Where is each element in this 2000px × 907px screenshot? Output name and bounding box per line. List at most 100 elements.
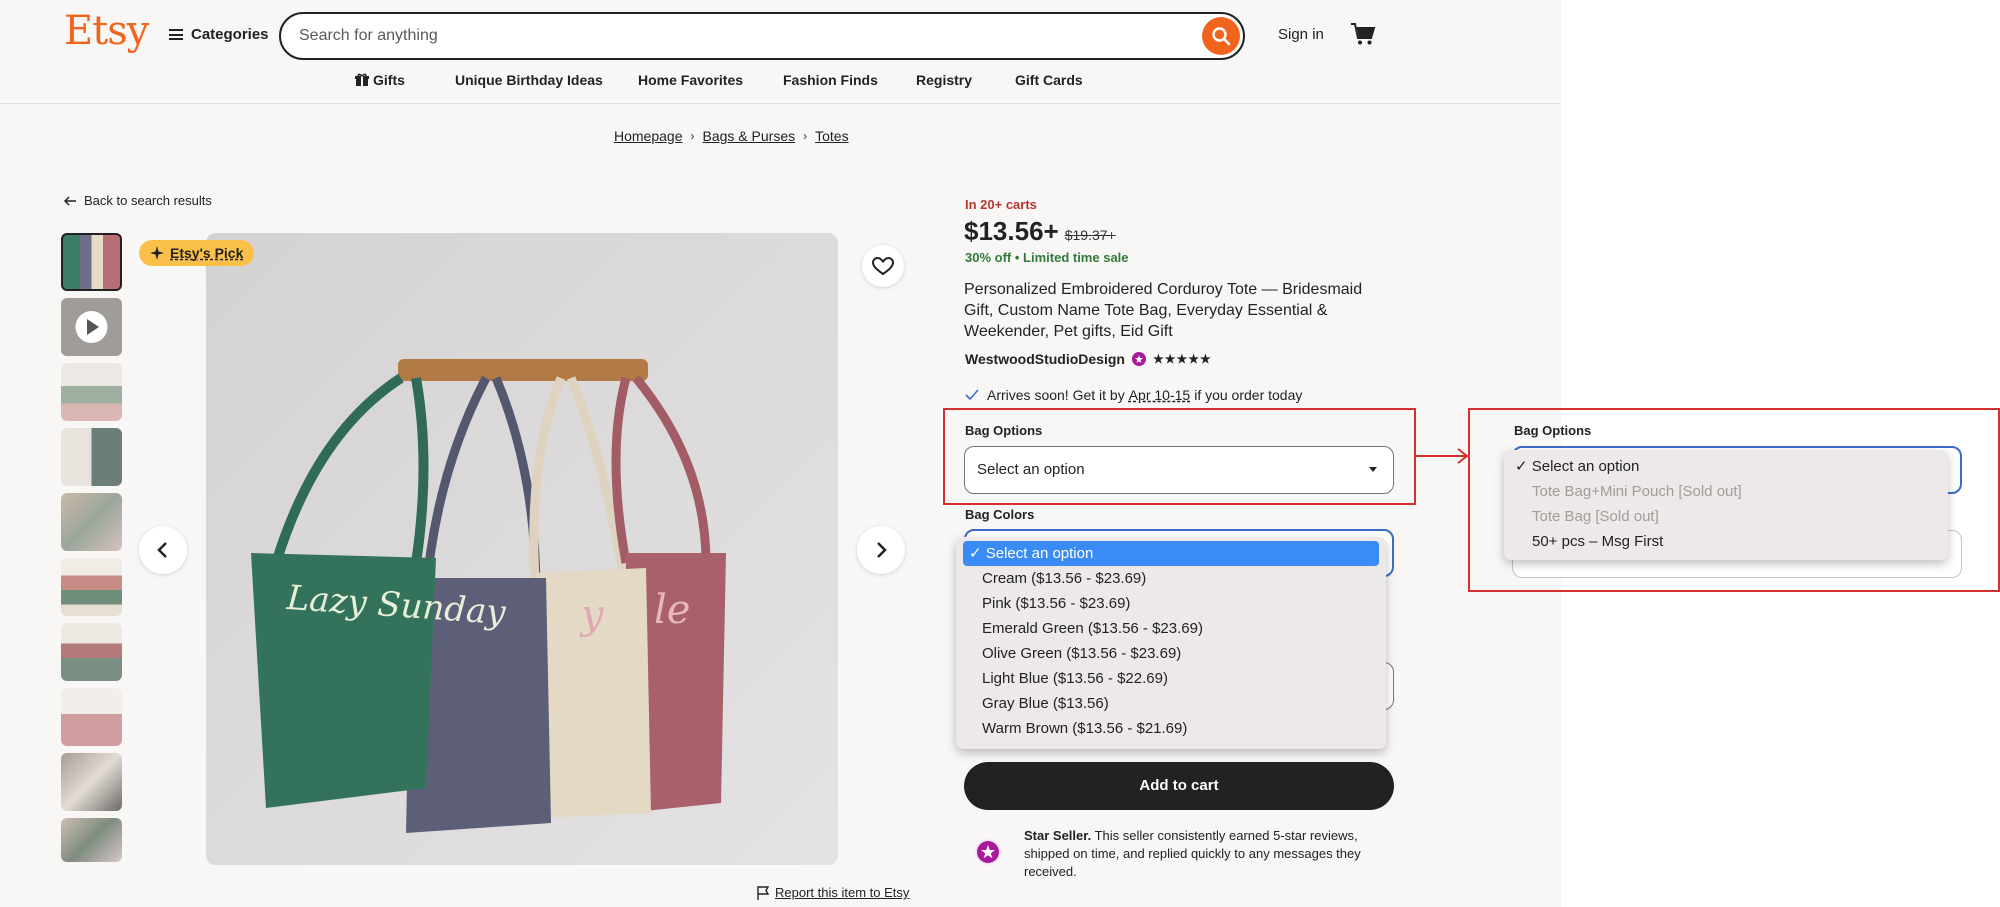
search-input[interactable]: Search for anything	[299, 27, 438, 45]
header: Etsy Categories Search for anything Sign…	[0, 0, 1561, 104]
bag-colors-label: Bag Colors	[965, 507, 1035, 522]
tote-bags-photo: Lazy Sunday le y	[206, 233, 838, 865]
original-price: $19.37+	[1064, 227, 1116, 243]
price: $13.56+ $19.37+	[964, 216, 1116, 247]
nav-item-unique-birthday-ideas[interactable]: Unique Birthday Ideas	[455, 72, 603, 88]
chevron-right-icon	[877, 542, 887, 558]
chevron-left-icon	[157, 542, 167, 558]
zoom-option-select[interactable]: ✓ Select an option	[1515, 454, 1639, 479]
etsys-pick-badge: Etsy's Pick	[139, 240, 255, 266]
search-bar[interactable]: Search for anything	[279, 12, 1245, 60]
play-icon	[75, 311, 108, 343]
next-image-button[interactable]	[857, 526, 905, 574]
thumbnail-7[interactable]	[61, 623, 122, 681]
categories-label: Categories	[191, 26, 269, 43]
thumbnail-4[interactable]	[61, 428, 122, 486]
zoomed-bag-options-panel: Bag Options ✓ Select an option Tote Bag+…	[1468, 408, 2000, 592]
etsy-logo[interactable]: Etsy	[64, 8, 149, 54]
categories-button[interactable]: Categories	[169, 26, 269, 43]
chevron-right-icon: ›	[690, 129, 695, 143]
bag-colors-option-cream[interactable]: Cream ($13.56 - $23.69)	[982, 566, 1146, 591]
sale-note: Limited time sale	[1023, 250, 1129, 265]
add-to-cart-button[interactable]: Add to cart	[964, 762, 1394, 810]
etsy-product-page: Etsy Categories Search for anything Sign…	[0, 0, 1561, 907]
nav-item-gifts[interactable]: Gifts	[355, 72, 405, 88]
thumbnail-1[interactable]	[61, 233, 122, 291]
product-image: Lazy Sunday le y	[206, 233, 838, 865]
zoom-option-tote-mini-pouch: Tote Bag+Mini Pouch [Sold out]	[1532, 483, 1742, 500]
arrow-left-icon	[64, 195, 76, 206]
zoom-bag-options-dropdown: ✓ Select an option Tote Bag+Mini Pouch […	[1504, 450, 1948, 560]
annotation-arrow-icon	[1416, 448, 1469, 464]
product-title: Personalized Embroidered Corduroy Tote —…	[964, 281, 1363, 340]
report-label: Report this item to Etsy	[775, 885, 910, 900]
back-to-results-link[interactable]: Back to search results	[64, 193, 212, 208]
zoom-bag-options-label: Bag Options	[1514, 423, 1592, 438]
discount-info: 30% off • Limited time sale	[965, 250, 1129, 265]
gift-icon	[355, 73, 369, 86]
caret-down-icon	[1369, 467, 1377, 472]
shop-info: WestwoodStudioDesign ★★★★★	[965, 351, 1212, 367]
breadcrumb-homepage[interactable]: Homepage	[614, 128, 683, 144]
back-label: Back to search results	[84, 193, 212, 208]
option-label: Select an option	[985, 545, 1094, 562]
svg-text:le: le	[654, 587, 690, 633]
nav-item-home-favorites[interactable]: Home Favorites	[638, 72, 743, 88]
flag-icon	[757, 885, 769, 900]
bag-colors-option-pink[interactable]: Pink ($13.56 - $23.69)	[982, 591, 1130, 616]
bag-colors-option-warm-brown[interactable]: Warm Brown ($13.56 - $21.69)	[982, 716, 1187, 741]
breadcrumb-totes[interactable]: Totes	[815, 128, 848, 144]
nav-item-registry[interactable]: Registry	[916, 72, 972, 88]
bag-colors-option-light-blue[interactable]: Light Blue ($13.56 - $22.69)	[982, 666, 1168, 691]
bag-colors-option-olive-green[interactable]: Olive Green ($13.56 - $23.69)	[982, 641, 1181, 666]
bag-colors-option-gray-blue[interactable]: Gray Blue ($13.56)	[982, 691, 1109, 716]
thumbnail-3[interactable]	[61, 363, 122, 421]
nav-item-fashion-finds[interactable]: Fashion Finds	[783, 72, 878, 88]
breadcrumb: Homepage › Bags & Purses › Totes	[614, 128, 849, 144]
search-icon	[1212, 27, 1231, 46]
bag-options-value: Select an option	[977, 461, 1085, 478]
bag-colors-option-select[interactable]: ✓ Select an option	[963, 541, 1379, 566]
star-seller-description: Star Seller. This seller consistently ea…	[1024, 827, 1394, 881]
cart-icon	[1351, 23, 1376, 45]
nav-item-label: Gifts	[373, 72, 405, 88]
arrives-prefix: Arrives soon! Get it by	[987, 387, 1125, 403]
sign-in-link[interactable]: Sign in	[1278, 26, 1324, 43]
previous-image-button[interactable]	[139, 526, 187, 574]
nav-item-gift-cards[interactable]: Gift Cards	[1015, 72, 1083, 88]
breadcrumb-bags-purses[interactable]: Bags & Purses	[703, 128, 796, 144]
arrives-suffix: if you order today	[1194, 387, 1303, 403]
arrives-date: Apr 10-15	[1128, 387, 1191, 403]
badge-label: Etsy's Pick	[170, 245, 244, 261]
sparkle-icon	[150, 246, 164, 260]
discount-percent: 30% off	[965, 250, 1012, 265]
hamburger-icon	[169, 29, 183, 40]
zoom-option-tote-bag: Tote Bag [Sold out]	[1532, 508, 1659, 525]
favorite-button[interactable]	[862, 245, 904, 287]
thumbnail-video[interactable]	[61, 298, 122, 356]
star-seller-badge-icon	[1131, 352, 1146, 366]
zoom-option-50-pcs[interactable]: 50+ pcs – Msg First	[1532, 529, 1663, 554]
thumbnail-8[interactable]	[61, 688, 122, 746]
chevron-right-icon: ›	[803, 129, 808, 143]
thumbnail-6[interactable]	[61, 558, 122, 616]
rating-stars: ★★★★★	[1152, 352, 1212, 366]
star-seller-title: Star Seller.	[1024, 828, 1092, 843]
cart-button[interactable]	[1350, 22, 1376, 51]
bullet-separator: •	[1014, 250, 1024, 265]
option-label: Select an option	[1531, 458, 1640, 475]
bag-colors-option-emerald-green[interactable]: Emerald Green ($13.56 - $23.69)	[982, 616, 1203, 641]
bag-options-select[interactable]: Select an option	[964, 446, 1394, 494]
shop-name[interactable]: WestwoodStudioDesign	[965, 351, 1125, 367]
delivery-estimate: Arrives soon! Get it by Apr 10-15 if you…	[965, 387, 1302, 403]
heart-icon	[871, 256, 895, 276]
thumbnail-10[interactable]	[61, 818, 122, 862]
svg-text:y: y	[579, 592, 605, 638]
bag-options-label: Bag Options	[965, 423, 1043, 438]
search-button[interactable]	[1202, 17, 1240, 55]
report-item-link[interactable]: Report this item to Etsy	[757, 885, 909, 900]
check-icon	[965, 389, 979, 401]
thumbnail-9[interactable]	[61, 753, 122, 811]
star-badge-icon	[977, 841, 999, 863]
thumbnail-5[interactable]	[61, 493, 122, 551]
